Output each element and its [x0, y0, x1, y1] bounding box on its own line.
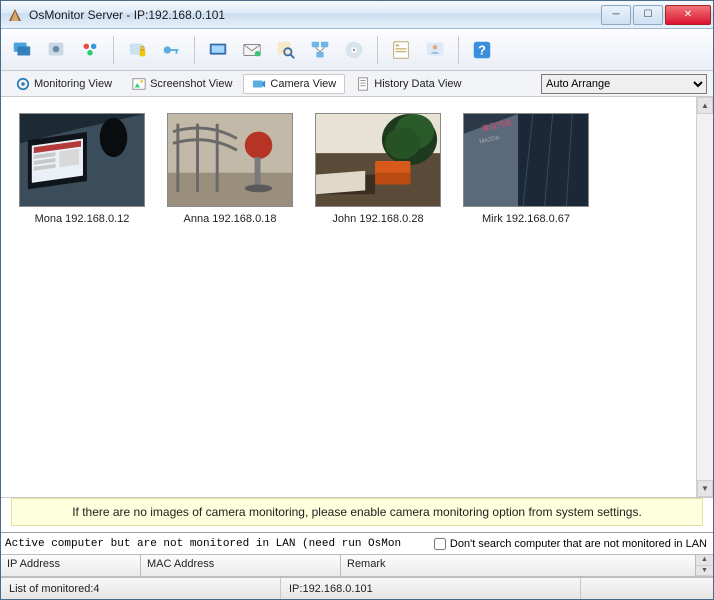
camera-caption: Anna 192.168.0.18 — [184, 213, 277, 225]
filter-input[interactable] — [1, 534, 428, 554]
toolbar-network-icon[interactable] — [305, 35, 335, 65]
checkbox-label: Don't search computer that are not monit… — [450, 538, 707, 550]
camera-item[interactable]: Anna 192.168.0.18 — [167, 113, 293, 481]
bottom-panel: Don't search computer that are not monit… — [1, 532, 713, 577]
camera-thumbnail — [315, 113, 441, 207]
column-ip[interactable]: IP Address — [1, 555, 141, 576]
camera-caption: Mona 192.168.0.12 — [35, 213, 130, 225]
view-tabs: Monitoring View Screenshot View Camera V… — [1, 71, 713, 97]
tab-camera[interactable]: Camera View — [243, 74, 345, 94]
maximize-button[interactable]: ☐ — [633, 5, 663, 25]
camera-item[interactable]: Mona 192.168.0.12 — [19, 113, 145, 481]
table-header: IP Address MAC Address Remark ▲ ▼ — [1, 555, 713, 577]
window-title: OsMonitor Server - IP:192.168.0.101 — [29, 8, 599, 22]
camera-thumbnail — [167, 113, 293, 207]
scroll-down-icon[interactable]: ▼ — [696, 566, 713, 577]
toolbar-separator — [113, 36, 114, 64]
checkbox-wrap: Don't search computer that are not monit… — [428, 538, 713, 550]
scroll-track[interactable] — [697, 114, 713, 480]
tab-label: History Data View — [374, 78, 461, 90]
toolbar-separator — [458, 36, 459, 64]
tab-monitoring[interactable]: Monitoring View — [7, 74, 121, 94]
app-window: OsMonitor Server - IP:192.168.0.101 ─ ☐ … — [0, 0, 714, 600]
document-icon — [356, 77, 370, 91]
arrange-select[interactable]: Auto Arrange — [541, 74, 707, 94]
content-area: Mona 192.168.0.12 — [1, 97, 713, 498]
scroll-up-icon[interactable]: ▲ — [696, 555, 713, 566]
scroll-down-icon[interactable]: ▼ — [697, 480, 713, 497]
vertical-scrollbar[interactable]: ▲ ▼ — [696, 97, 713, 497]
camera-grid: Mona 192.168.0.12 — [1, 97, 696, 497]
toolbar-settings-icon[interactable] — [41, 35, 71, 65]
info-message: If there are no images of camera monitor… — [11, 498, 703, 526]
toolbar-separator — [377, 36, 378, 64]
toolbar-mail-icon[interactable] — [237, 35, 267, 65]
camera-item[interactable]: 海马汽车 MAZDA Mirk 192.168.0.67 — [463, 113, 589, 481]
camera-thumbnail: 海马汽车 MAZDA — [463, 113, 589, 207]
statusbar: List of monitored:4 IP:192.168.0.101 — [1, 577, 713, 599]
tab-label: Monitoring View — [34, 78, 112, 90]
toolbar-help-icon[interactable]: ? — [467, 35, 497, 65]
svg-text:?: ? — [478, 42, 486, 57]
close-button[interactable]: ✕ — [665, 5, 711, 25]
window-controls: ─ ☐ ✕ — [599, 5, 711, 25]
tab-history[interactable]: History Data View — [347, 74, 470, 94]
status-ip: IP:192.168.0.101 — [281, 578, 581, 599]
toolbar-lock-icon[interactable] — [122, 35, 152, 65]
toolbar-disc-icon[interactable] — [339, 35, 369, 65]
toolbar-users-icon[interactable] — [75, 35, 105, 65]
toolbar-search-icon[interactable] — [271, 35, 301, 65]
column-mac[interactable]: MAC Address — [141, 555, 341, 576]
camera-thumbnail — [19, 113, 145, 207]
titlebar: OsMonitor Server - IP:192.168.0.101 ─ ☐ … — [1, 1, 713, 29]
scroll-up-icon[interactable]: ▲ — [697, 97, 713, 114]
status-monitored-count: List of monitored:4 — [1, 578, 281, 599]
dont-search-checkbox[interactable] — [434, 538, 446, 550]
minimize-button[interactable]: ─ — [601, 5, 631, 25]
toolbar-screen-icon[interactable] — [203, 35, 233, 65]
camera-caption: John 192.168.0.28 — [332, 213, 423, 225]
toolbar-report-icon[interactable] — [386, 35, 416, 65]
toolbar-monitor-icon[interactable] — [7, 35, 37, 65]
toolbar-person-icon[interactable] — [420, 35, 450, 65]
status-spacer — [581, 578, 713, 599]
tab-label: Screenshot View — [150, 78, 232, 90]
camera-caption: Mirk 192.168.0.67 — [482, 213, 570, 225]
table-scroll[interactable]: ▲ ▼ — [696, 555, 713, 576]
toolbar-separator — [194, 36, 195, 64]
monitor-icon — [16, 77, 30, 91]
camera-icon — [252, 77, 266, 91]
column-remark[interactable]: Remark — [341, 555, 696, 576]
tab-label: Camera View — [270, 78, 336, 90]
toolbar-key-icon[interactable] — [156, 35, 186, 65]
filter-row: Don't search computer that are not monit… — [1, 533, 713, 555]
toolbar: ? — [1, 29, 713, 71]
app-icon — [7, 7, 23, 23]
image-icon — [132, 77, 146, 91]
tab-screenshot[interactable]: Screenshot View — [123, 74, 241, 94]
camera-item[interactable]: John 192.168.0.28 — [315, 113, 441, 481]
